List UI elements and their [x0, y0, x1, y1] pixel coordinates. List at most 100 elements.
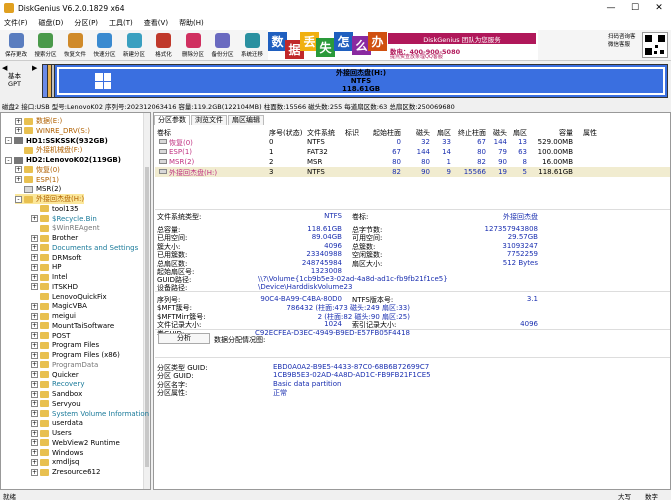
maximize-icon[interactable]: ☐ [623, 0, 647, 16]
tree-item[interactable]: + Recovery [31, 379, 84, 389]
collapse-icon[interactable]: - [15, 195, 22, 203]
expand-icon[interactable]: + [31, 439, 38, 447]
tree-item[interactable]: + ESP(1) [15, 175, 59, 185]
expand-icon[interactable]: + [31, 419, 38, 427]
backup-partition-button[interactable]: 备份分区 [209, 31, 237, 60]
tree-item[interactable]: + MountTaiSoftware [31, 321, 114, 331]
tree-item[interactable]: + Servyou [31, 399, 81, 409]
menu-tools[interactable]: 工具(T) [109, 18, 133, 28]
minimize-icon[interactable]: — [599, 0, 623, 16]
table-row[interactable]: 外接回杰盘(H:) 3 NTFS 82 90 9 15566 19 5 118.61GB [155, 167, 670, 177]
expand-icon[interactable]: + [31, 332, 38, 339]
tree-item[interactable]: + Brother [31, 233, 78, 243]
expand-icon[interactable]: + [31, 273, 38, 281]
recover-files-button[interactable]: 恢复文件 [61, 31, 89, 60]
nav-right-icon[interactable]: ▶ [32, 64, 37, 72]
search-partition-button[interactable]: 搜索分区 [32, 31, 60, 60]
tree-scrollbar[interactable] [143, 113, 150, 489]
tree-item[interactable]: + MagicVBA [31, 301, 87, 311]
tree-item[interactable]: + WebView2 Runtime [31, 438, 120, 448]
expand-icon[interactable]: + [31, 283, 38, 291]
tree-item[interactable]: - HD2:LenovoK02(119GB) [5, 155, 121, 165]
ad-banner[interactable]: DiskGenius 团队为您服务 数电：400-900-5080 提点资查放条… [268, 30, 538, 60]
tree-item[interactable]: - HD1:SSKSSK(932GB) [5, 136, 108, 146]
tree-item[interactable]: + Documents and Settings [31, 243, 138, 253]
expand-icon[interactable]: + [31, 215, 38, 222]
quick-partition-button[interactable]: 快速分区 [91, 31, 119, 60]
menu-help[interactable]: 帮助(H) [179, 18, 204, 28]
expand-icon[interactable]: + [31, 322, 38, 330]
analyze-button[interactable]: 分析 [158, 333, 210, 344]
expand-icon[interactable]: + [31, 458, 38, 466]
tree-item[interactable]: + Zresource612 [31, 467, 100, 477]
tree-item[interactable]: + meigui [31, 311, 76, 321]
tree-item[interactable]: + WINRE_DRV(S:) [15, 126, 90, 136]
tree-item[interactable]: + HP [31, 262, 62, 272]
expand-icon[interactable]: + [31, 351, 38, 359]
tree-item[interactable]: + ITSKHD [31, 282, 78, 292]
expand-icon[interactable]: + [31, 234, 38, 242]
tree-item[interactable]: + 数据(E:) [15, 116, 62, 126]
tab-sector-edit[interactable]: 扇区编辑 [228, 115, 264, 125]
tree-item[interactable]: + xmdljsq [31, 457, 79, 467]
expand-icon[interactable]: + [31, 410, 38, 417]
expand-icon[interactable]: + [31, 449, 38, 456]
tree-item[interactable]: + Users [31, 428, 72, 438]
tree-item[interactable]: + Sandbox [31, 389, 82, 399]
expand-icon[interactable]: + [15, 176, 22, 183]
tree-item[interactable]: + $Recycle.Bin [31, 214, 97, 224]
menu-partition[interactable]: 分区(P) [74, 18, 98, 28]
menu-file[interactable]: 文件(F) [4, 18, 28, 28]
menu-view[interactable]: 查看(V) [144, 18, 168, 28]
tab-browse-files[interactable]: 浏览文件 [191, 115, 227, 125]
tree-item[interactable]: MSR(2) [15, 184, 61, 194]
tree-item[interactable]: + Intel [31, 272, 68, 282]
expand-icon[interactable]: + [31, 361, 38, 369]
expand-icon[interactable]: + [31, 263, 38, 271]
tree-item[interactable]: + userdata [31, 418, 83, 428]
partition-segment-main[interactable]: 外接回杰盘(H:) NTFS 118.61GB [55, 65, 667, 97]
tree-item[interactable]: + 恢复(0) [15, 165, 60, 175]
tree-item[interactable]: LenovoQuickFix [31, 292, 107, 302]
table-row[interactable]: ESP(1) 1 FAT32 67 144 14 80 79 63 100.00MB [155, 147, 670, 157]
expand-icon[interactable]: + [31, 312, 38, 320]
new-partition-button[interactable]: 新建分区 [120, 31, 148, 60]
collapse-icon[interactable]: - [5, 137, 12, 144]
tree-item[interactable]: + ProgramData [31, 360, 98, 370]
expand-icon[interactable]: + [31, 400, 38, 408]
table-row[interactable]: 恢复(0) 0 NTFS 0 32 33 67 144 13 529.00MB [155, 137, 670, 147]
collapse-icon[interactable]: - [5, 156, 12, 164]
tree-item[interactable]: 外接机械盘(F:) [15, 145, 82, 155]
table-row[interactable]: MSR(2) 2 MSR 80 80 1 82 90 8 16.00MB [155, 157, 670, 167]
expand-icon[interactable]: + [31, 390, 38, 398]
expand-icon[interactable]: + [15, 166, 22, 174]
tree-item[interactable]: $WinREAgent [31, 223, 100, 233]
tree-item[interactable]: + Windows [31, 448, 83, 458]
tree-item[interactable]: + System Volume Information [31, 409, 149, 419]
menu-disk[interactable]: 磁盘(D) [39, 18, 64, 28]
format-button[interactable]: 格式化 [150, 31, 178, 60]
nav-left-icon[interactable]: ◀ [2, 64, 7, 72]
tree-item[interactable]: - 外接回杰盘(H:) [15, 194, 85, 204]
expand-icon[interactable]: + [31, 254, 38, 261]
expand-icon[interactable]: + [31, 380, 38, 388]
tree-item[interactable]: + POST [31, 331, 70, 341]
expand-icon[interactable]: + [31, 341, 38, 349]
tree-item[interactable]: + Quicker [31, 370, 79, 380]
expand-icon[interactable]: + [31, 302, 38, 310]
tree-item[interactable]: tool135 [31, 204, 79, 214]
tree-item[interactable]: + Program Files (x86) [31, 350, 120, 360]
save-button[interactable]: 保存更改 [2, 31, 30, 60]
expand-icon[interactable]: + [31, 371, 38, 378]
expand-icon[interactable]: + [31, 429, 38, 437]
tab-partition-params[interactable]: 分区参数 [154, 115, 190, 125]
tree-item[interactable]: + Program Files [31, 340, 99, 350]
expand-icon[interactable]: + [31, 244, 38, 252]
expand-icon[interactable]: + [15, 127, 22, 135]
system-migration-button[interactable]: 系统迁移 [238, 31, 266, 60]
tree-item[interactable]: + DRMsoft [31, 253, 81, 263]
close-icon[interactable]: ✕ [647, 0, 671, 16]
qr-code-icon[interactable] [642, 32, 668, 58]
delete-partition-button[interactable]: 删除分区 [179, 31, 207, 60]
expand-icon[interactable]: + [15, 117, 22, 125]
